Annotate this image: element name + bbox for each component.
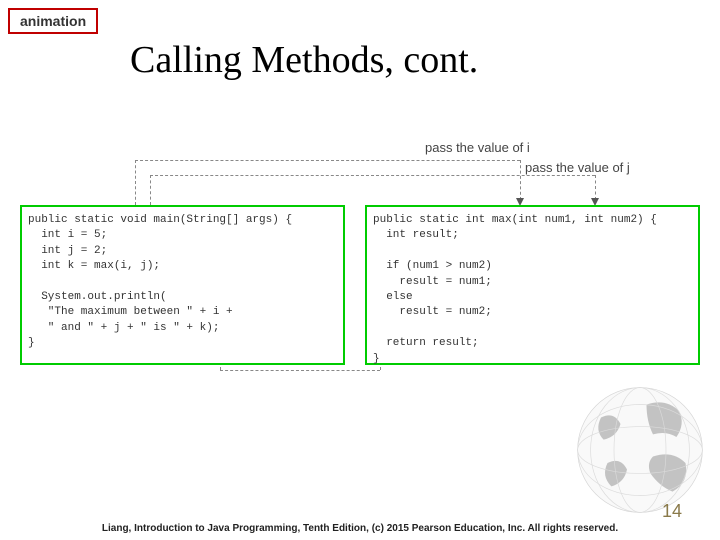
footer-citation: Liang, Introduction to Java Programming,… xyxy=(0,523,720,534)
arrow-i-horiz xyxy=(135,160,520,161)
arrow-j-horiz xyxy=(150,175,595,176)
globe-decoration xyxy=(575,385,705,515)
page-number: 14 xyxy=(662,501,682,522)
main-method-code: public static void main(String[] args) {… xyxy=(20,205,345,365)
pass-value-j-label: pass the value of j xyxy=(525,160,630,175)
arrow-i-vert2 xyxy=(520,160,521,200)
arrow-i-vert1 xyxy=(135,160,136,205)
max-method-code: public static int max(int num1, int num2… xyxy=(365,205,700,365)
code-diagram: pass the value of i pass the value of j … xyxy=(20,130,700,390)
arrow-return-horiz xyxy=(220,370,380,371)
animation-tag: animation xyxy=(8,8,98,34)
arrow-j-vert1 xyxy=(150,175,151,205)
slide-title: Calling Methods, cont. xyxy=(130,38,478,82)
pass-value-i-label: pass the value of i xyxy=(425,140,530,155)
arrow-j-vert2 xyxy=(595,175,596,200)
